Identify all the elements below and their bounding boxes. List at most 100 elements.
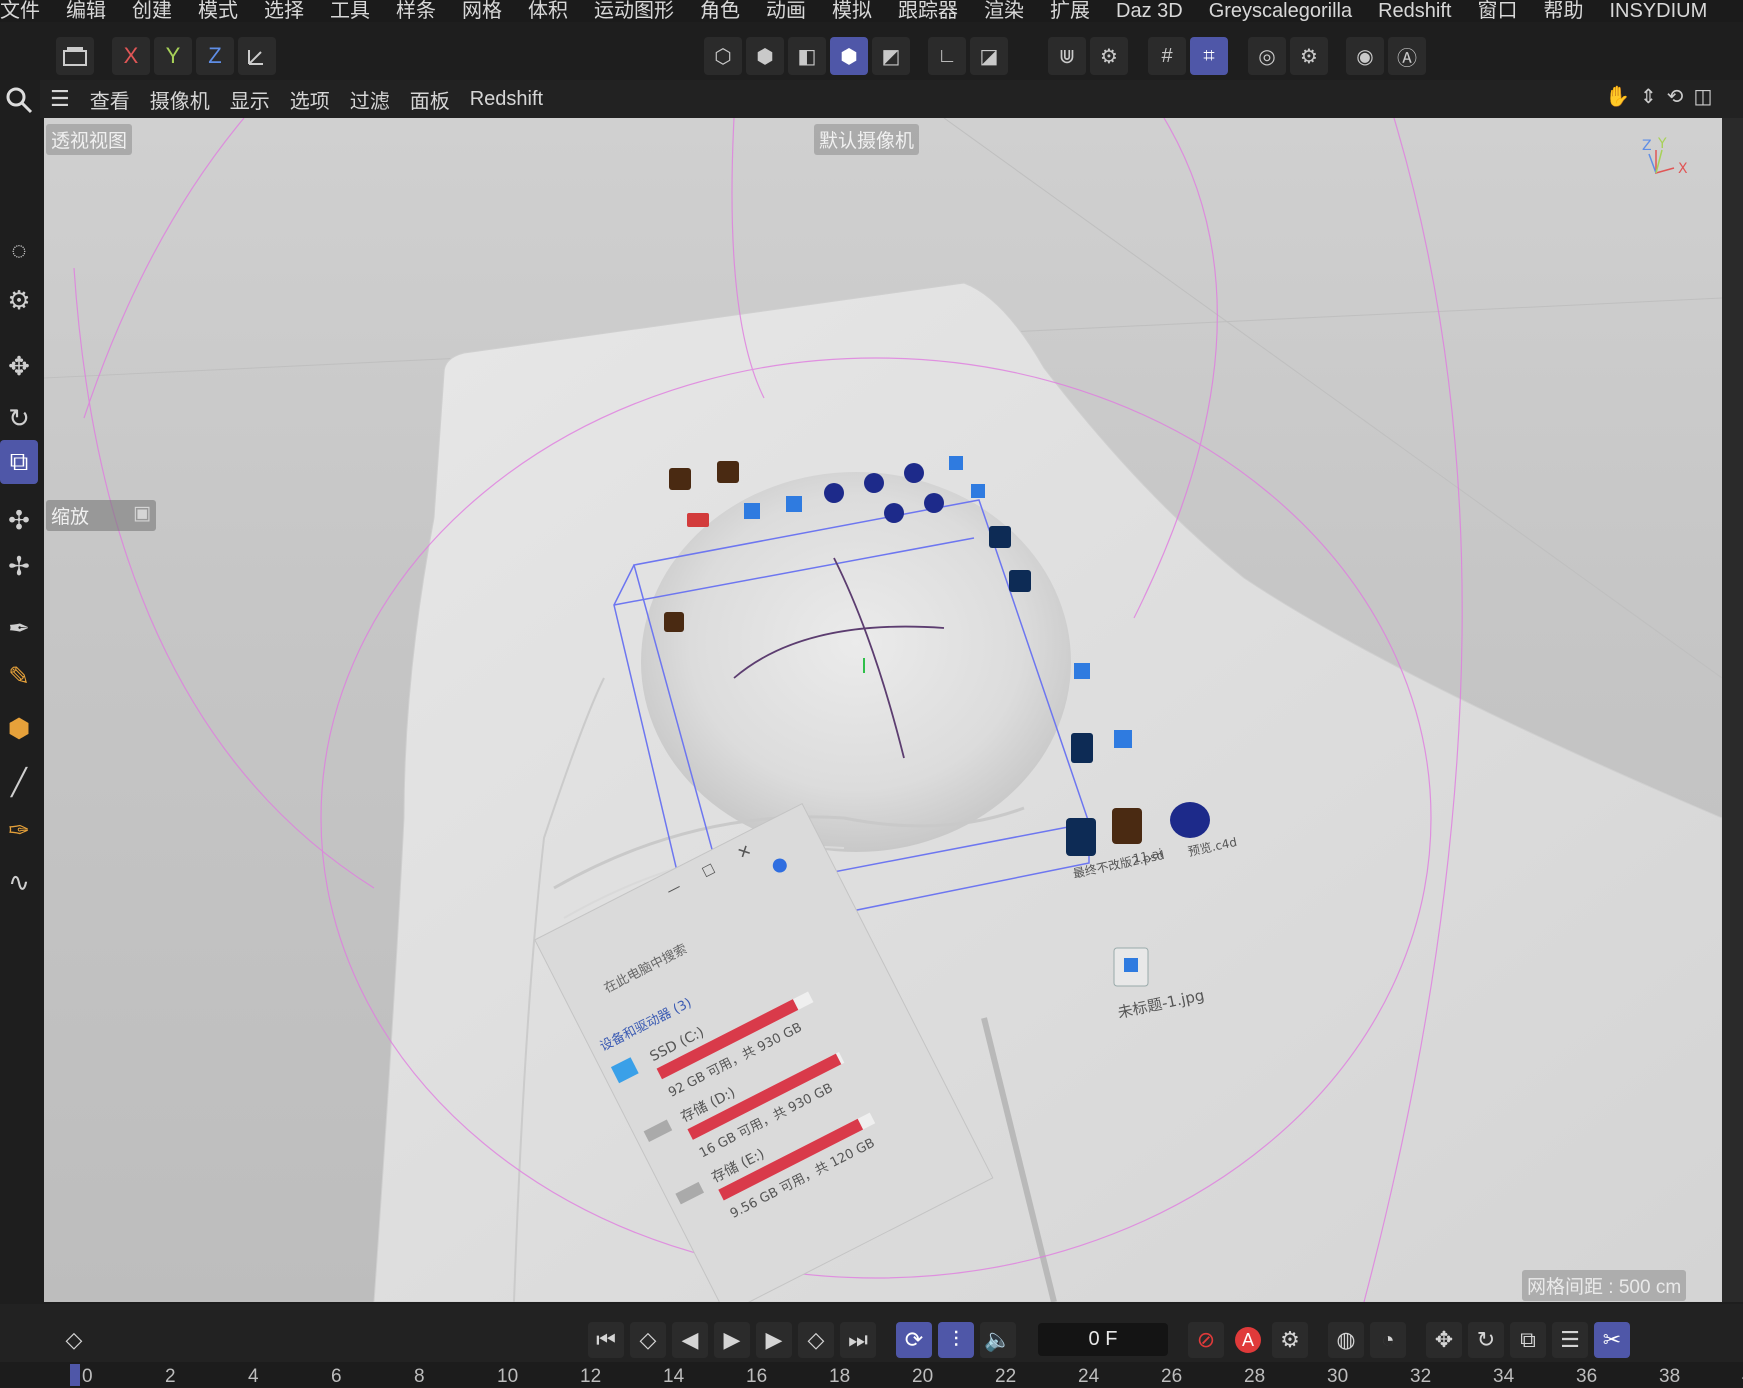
menu-item[interactable]: Greyscalegorilla [1195, 0, 1364, 22]
current-frame-field[interactable]: 0 F [1038, 1323, 1168, 1356]
transform-tool[interactable]: ✣ [0, 498, 38, 542]
menu-item[interactable]: 体积 [514, 0, 580, 22]
snap-settings-button[interactable]: ⚙ [1090, 37, 1128, 75]
prev-frame-button[interactable]: ◀ [672, 1322, 708, 1358]
next-key-button[interactable]: ◇ [798, 1322, 834, 1358]
axis-y-toggle[interactable]: Y [154, 37, 192, 75]
undo-view-button[interactable] [56, 37, 94, 75]
menu-item[interactable]: 工具 [316, 0, 382, 22]
menu-item[interactable]: 跟踪器 [884, 0, 970, 22]
workplane-button[interactable]: ⌗ [1190, 37, 1228, 75]
pan-hand-icon[interactable]: ✋ [1605, 84, 1630, 109]
axis-z-toggle[interactable]: Z [196, 37, 234, 75]
viewport-hamburger-icon[interactable]: ☰ [40, 86, 80, 112]
axis-mode-button[interactable]: ∟ [928, 37, 966, 75]
timeline-tick-label: 36 [1576, 1366, 1598, 1387]
pla-icon: ✂ [1602, 1327, 1622, 1352]
viewport-menu-item[interactable]: 查看 [80, 85, 140, 114]
coordinate-system-button[interactable] [238, 37, 276, 75]
layout-toggle-icon[interactable]: ◫ [1693, 84, 1712, 109]
menu-item[interactable]: 角色 [686, 0, 752, 22]
redshift-ai-button[interactable]: Ⓐ [1388, 37, 1426, 75]
record-button[interactable]: ⊘ [1188, 1322, 1224, 1358]
loop-button[interactable]: ⟳ [896, 1322, 932, 1358]
polygons-mode-button[interactable]: ◧ [788, 37, 826, 75]
menu-item[interactable]: 样条 [382, 0, 448, 22]
grid-button[interactable]: # [1148, 37, 1186, 75]
menu-item[interactable]: 运动图形 [580, 0, 686, 22]
playhead-marker[interactable] [70, 1364, 80, 1386]
spline-pen-tool[interactable]: ✒ [0, 606, 38, 650]
search-button[interactable] [0, 78, 38, 122]
brush-tool[interactable]: ╱ [0, 760, 38, 804]
move-select-tool[interactable]: ⚙ [0, 278, 38, 322]
key-param-button[interactable]: ☰ [1552, 1322, 1588, 1358]
menu-item[interactable]: Daz 3D [1102, 0, 1195, 22]
go-to-start-button[interactable]: ⏮ [588, 1322, 624, 1358]
sketch-tool[interactable]: ∿ [0, 860, 38, 904]
timeline-ruler[interactable]: 0246810121416182022242628303234363840 [0, 1362, 1743, 1387]
spline-smooth-tool[interactable]: ✑ [0, 808, 38, 852]
sound-button[interactable]: 🔈 [980, 1322, 1016, 1358]
menu-item[interactable]: 网格 [448, 0, 514, 22]
prev-key-button[interactable]: ◇ [630, 1322, 666, 1358]
menu-item[interactable]: 渲染 [970, 0, 1036, 22]
menu-item[interactable]: 窗口 [1463, 0, 1529, 22]
menu-item[interactable]: 扩展 [1036, 0, 1102, 22]
uv-mode-button[interactable]: ◩ [872, 37, 910, 75]
perspective-viewport[interactable]: 最终不改版2.psd 11.ai 预览.c4d 未标题-1.jpg ✕ ☐ — … [44, 118, 1722, 1302]
menu-item[interactable]: 动画 [752, 0, 818, 22]
scale-tool[interactable]: ⧉ [0, 440, 38, 484]
menu-item[interactable]: 编辑 [52, 0, 118, 22]
points-mode-button[interactable]: ⬡ [704, 37, 742, 75]
viewport-menu-item[interactable]: 摄像机 [140, 85, 220, 114]
menu-item[interactable]: 选择 [250, 0, 316, 22]
tweak-mode-button[interactable]: ◪ [970, 37, 1008, 75]
render-view-button[interactable]: ◎ [1248, 37, 1286, 75]
orbit-icon[interactable]: ⟲ [1667, 84, 1684, 109]
menu-item[interactable]: Redshift [1364, 0, 1463, 22]
spline-sketch-tool[interactable]: ✎ [0, 654, 38, 698]
key-move-button[interactable]: ✥ [1426, 1322, 1462, 1358]
key-settings-button[interactable]: ⚙ [1272, 1322, 1308, 1358]
viewport-menu-item[interactable]: 显示 [220, 85, 280, 114]
render-settings-button[interactable]: ⚙ [1290, 37, 1328, 75]
viewport-menu-item[interactable]: 选项 [280, 85, 340, 114]
menu-item[interactable]: 创建 [118, 0, 184, 22]
viewport-menu-item[interactable]: 过滤 [340, 85, 400, 114]
snap-button[interactable]: ⋓ [1048, 37, 1086, 75]
redshift-ipr-button[interactable]: ◉ [1346, 37, 1384, 75]
axis-x-toggle[interactable]: X [112, 37, 150, 75]
menu-item[interactable]: 文件 [0, 0, 52, 22]
active-tool-hud[interactable]: 缩放 ▣ [46, 500, 156, 531]
rotate-tool[interactable]: ↻ [0, 396, 38, 440]
key-pla-button[interactable]: ✂ [1594, 1322, 1630, 1358]
model-mode-button[interactable]: ⬢ [830, 37, 868, 75]
multi-transform-tool[interactable]: ✢ [0, 544, 38, 588]
camera-name-label[interactable]: 默认摄像机 [814, 124, 920, 155]
keyframe-button[interactable]: ◇ [56, 1322, 92, 1358]
edges-mode-button[interactable]: ⬢ [746, 37, 784, 75]
move-tool[interactable]: ✥ [0, 344, 38, 388]
key-scale-button[interactable]: ⧉ [1510, 1322, 1546, 1358]
key-position-button[interactable]: ◍ [1328, 1322, 1364, 1358]
key-rotation-button[interactable]: ◔ [1370, 1322, 1406, 1358]
menu-item[interactable]: 模式 [184, 0, 250, 22]
dolly-arrows-icon[interactable]: ⇕ [1640, 84, 1657, 109]
timeline-tick-label: 10 [497, 1366, 519, 1387]
viewport-menu-item[interactable]: 面板 [400, 85, 460, 114]
next-frame-button[interactable]: ▶ [756, 1322, 792, 1358]
viewport-menu-item[interactable]: Redshift [460, 88, 553, 111]
menu-item[interactable]: INSYDIUM [1595, 0, 1719, 22]
playback-rate-button[interactable]: ⫶ [938, 1322, 974, 1358]
key-rotate-button[interactable]: ↻ [1468, 1322, 1504, 1358]
live-select-tool[interactable]: ◌ [0, 228, 38, 272]
go-to-end-button[interactable]: ⏭ [840, 1322, 876, 1358]
menu-item[interactable]: 模拟 [818, 0, 884, 22]
play-button[interactable]: ▶ [714, 1322, 750, 1358]
autokey-button[interactable]: A [1230, 1322, 1266, 1358]
hud-pin-icon[interactable]: ▣ [133, 502, 151, 529]
spline-boolean-tool[interactable]: ⬢ [0, 706, 38, 750]
menu-item[interactable]: 帮助 [1529, 0, 1595, 22]
uv-mode-icon: ◩ [881, 45, 901, 68]
